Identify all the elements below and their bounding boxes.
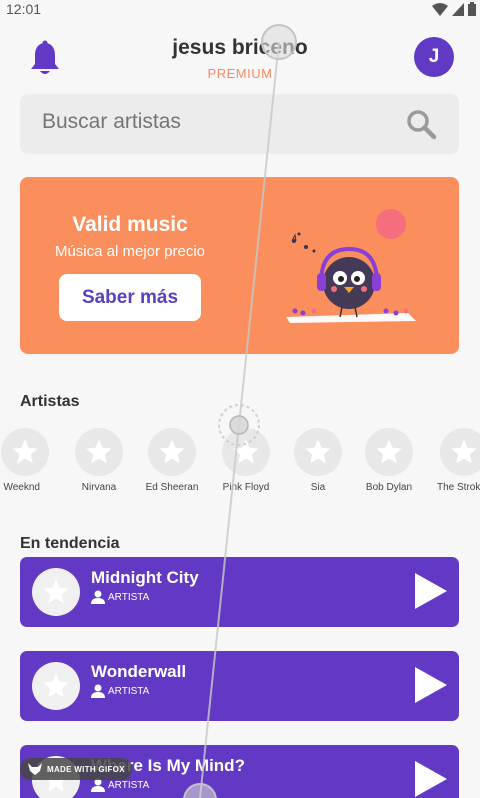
track-artist-label: ARTISTA (108, 779, 150, 791)
artist-avatar (365, 428, 413, 476)
play-icon[interactable] (413, 665, 449, 705)
star-icon (12, 439, 38, 464)
star-icon (305, 439, 331, 464)
banner-subtitle: Música al mejor precio (54, 243, 206, 260)
star-icon (233, 439, 259, 464)
status-time: 12:01 (6, 1, 42, 17)
user-icon (91, 684, 105, 698)
artist-avatar (75, 428, 123, 476)
artist-avatar (222, 428, 270, 476)
track-artist-label: ARTISTA (108, 685, 150, 697)
artist-item[interactable]: Bob Dylan (354, 428, 424, 493)
plan-label: PREMIUM (207, 66, 273, 81)
artists-carousel[interactable]: Weeknd Nirvana Ed Sheeran Pink Floyd Sia… (0, 428, 480, 498)
track-cover (32, 662, 80, 710)
artist-name: Pink Floyd (222, 482, 270, 493)
artist-item[interactable]: Sia (283, 428, 353, 493)
artist-name: Nirvana (81, 482, 117, 493)
artist-name: The Strokes (437, 482, 480, 493)
status-bar: 12:01 (0, 0, 480, 18)
track-card[interactable]: Midnight City ARTISTA (20, 557, 459, 627)
artist-item[interactable]: Weeknd (0, 428, 60, 493)
user-icon (91, 590, 105, 604)
star-icon (43, 673, 69, 698)
signal-icon (452, 2, 464, 16)
avatar-initial: J (428, 46, 440, 67)
artist-item[interactable]: Pink Floyd (211, 428, 281, 493)
watermark-label: MADE WITH GIFOX (47, 764, 125, 774)
artist-item[interactable]: Ed Sheeran (137, 428, 207, 493)
star-icon (43, 579, 69, 604)
artists-section-title: Artistas (20, 393, 80, 410)
track-card[interactable]: Wonderwall ARTISTA (20, 651, 459, 721)
learn-more-button[interactable]: Saber más (59, 274, 201, 321)
track-title: Midnight City (91, 568, 199, 587)
user-icon (91, 778, 105, 792)
battery-icon (468, 2, 476, 16)
status-icons (432, 2, 476, 16)
artist-name: Ed Sheeran (145, 482, 199, 493)
artist-name: Sia (310, 482, 326, 493)
track-artist: ARTISTA (91, 590, 149, 604)
star-icon (451, 439, 477, 464)
wifi-icon (432, 2, 448, 16)
fox-icon (28, 763, 42, 775)
artist-avatar (148, 428, 196, 476)
star-icon (159, 439, 185, 464)
track-artist: ARTISTA (91, 778, 149, 792)
artist-avatar (440, 428, 480, 476)
play-icon[interactable] (413, 571, 449, 611)
trending-section-title: En tendencia (20, 535, 120, 552)
avatar[interactable]: J (414, 37, 454, 77)
promo-banner: Valid music Música al mejor precio Saber… (20, 177, 459, 354)
search-bar[interactable] (20, 94, 459, 154)
user-name: jesus briceno (172, 36, 308, 59)
play-icon[interactable] (413, 759, 449, 798)
track-artist-label: ARTISTA (108, 591, 150, 603)
track-artist: ARTISTA (91, 684, 149, 698)
search-icon[interactable] (405, 108, 437, 140)
artist-item[interactable]: Nirvana (64, 428, 134, 493)
search-input[interactable] (42, 110, 402, 134)
artist-avatar (1, 428, 49, 476)
artist-name: Weeknd (3, 482, 40, 493)
track-title: Wonderwall (91, 662, 187, 681)
bird-headphones-illustration (286, 209, 416, 323)
artist-name: Bob Dylan (365, 482, 413, 493)
star-icon (86, 439, 112, 464)
banner-title: Valid music (72, 213, 188, 236)
artist-item[interactable]: The Strokes (426, 428, 480, 493)
gifox-watermark: MADE WITH GIFOX (20, 758, 132, 780)
star-icon (376, 439, 402, 464)
artist-avatar (294, 428, 342, 476)
track-cover (32, 568, 80, 616)
